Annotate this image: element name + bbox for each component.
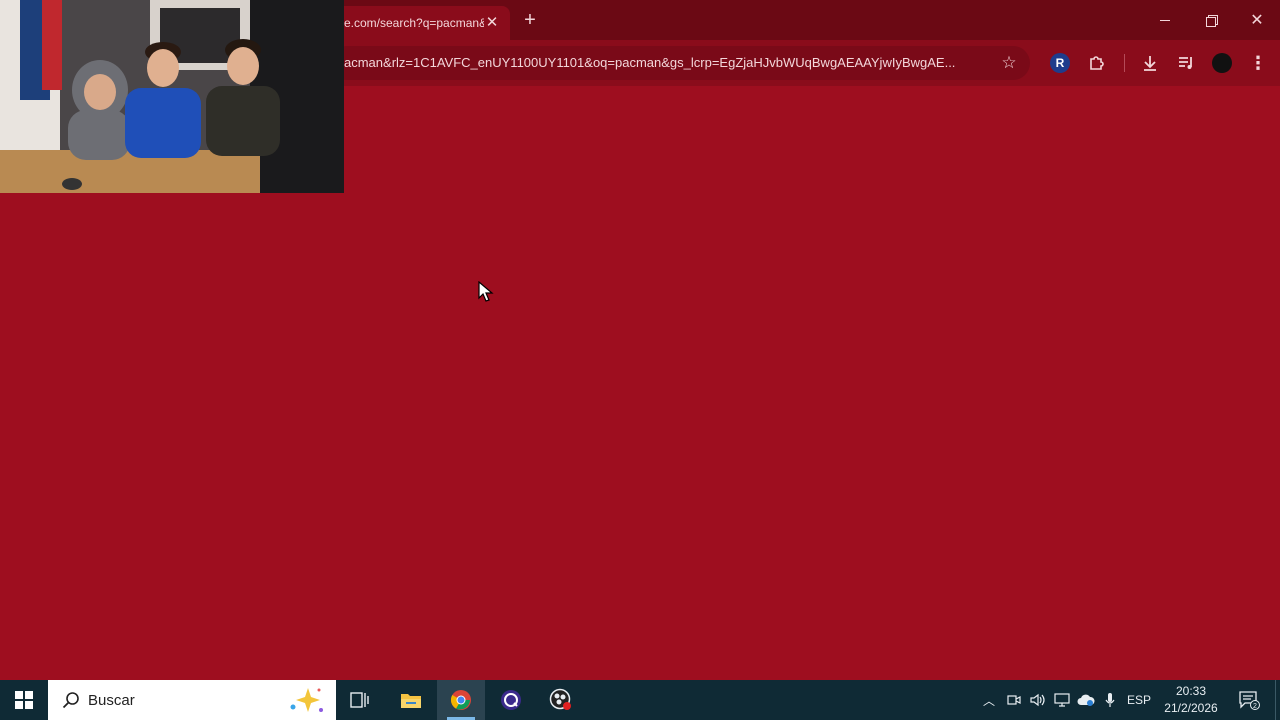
network-button[interactable] <box>1051 680 1073 720</box>
speaker-icon <box>1030 693 1045 707</box>
notification-count: 2 <box>1253 703 1257 710</box>
microphone-icon <box>1105 693 1115 707</box>
network-icon <box>1054 693 1070 707</box>
extensions-button[interactable] <box>1085 51 1109 75</box>
taskbar-clock[interactable]: 20:33 21/2/2026 <box>1158 683 1224 717</box>
more-vertical-icon: ⋮ <box>1249 52 1267 73</box>
tab-title: e.com/search?q=pacman&rlz= <box>344 16 484 30</box>
minimize-icon <box>1160 19 1170 21</box>
restore-button[interactable] <box>1188 0 1234 40</box>
chrome-icon <box>450 690 471 710</box>
tab-close-icon[interactable]: ✕ <box>482 12 502 32</box>
notification-icon: 2 <box>1239 691 1260 710</box>
file-explorer-button[interactable] <box>387 680 435 720</box>
obs-taskbar-button[interactable] <box>537 680 585 720</box>
show-hidden-icons-button[interactable]: ︿ <box>978 680 1000 720</box>
meet-now-button[interactable] <box>1003 680 1025 720</box>
media-queue-icon <box>1179 57 1192 69</box>
chrome-taskbar-button[interactable] <box>437 680 485 720</box>
sparkle-icon <box>290 688 323 712</box>
folder-icon <box>401 694 421 708</box>
profile-button[interactable] <box>1210 51 1234 75</box>
app-q-icon <box>501 690 521 710</box>
downloads-button[interactable] <box>1138 51 1162 75</box>
task-view-button[interactable] <box>336 680 384 720</box>
address-bar[interactable]: acman&rlz=1C1AVFC_enUY1100UY1101&oq=pacm… <box>330 46 1030 80</box>
windows-taskbar: Buscar ︿ ESP 20:33 21/2/2026 2 <box>0 680 1280 720</box>
windows-logo-icon <box>15 691 33 709</box>
task-view-icon <box>350 692 369 708</box>
start-button[interactable] <box>0 680 48 720</box>
webcam-video-image <box>0 0 344 193</box>
clock-date: 21/2/2026 <box>1164 701 1218 715</box>
new-tab-button[interactable]: + <box>518 8 542 32</box>
address-bar-url[interactable]: acman&rlz=1C1AVFC_enUY1100UY1101&oq=pacm… <box>344 55 984 70</box>
avatar <box>1212 53 1232 73</box>
close-icon: ✕ <box>1250 12 1264 29</box>
extension-r-icon: R <box>1050 53 1070 73</box>
puzzle-icon <box>1090 56 1104 70</box>
obs-recording-icon <box>549 688 571 710</box>
restore-icon <box>1205 14 1218 27</box>
mouse-cursor-icon <box>478 281 494 302</box>
browser-menu-button[interactable]: ⋮ <box>1246 51 1270 75</box>
chevron-up-icon: ︿ <box>982 693 995 708</box>
onedrive-button[interactable] <box>1075 680 1097 720</box>
camera-icon <box>1007 695 1021 705</box>
clock-time: 20:33 <box>1175 684 1207 698</box>
webcam-overlay <box>0 0 344 193</box>
extension-r-button[interactable]: R <box>1048 51 1072 75</box>
language-label: ESP <box>1126 693 1151 707</box>
bookmark-star-icon[interactable]: ☆ <box>998 52 1020 74</box>
toolbar-separator <box>1124 54 1125 72</box>
taskbar-search-box[interactable]: Buscar <box>48 680 336 720</box>
download-icon <box>1144 56 1156 71</box>
cloud-icon <box>1077 694 1095 706</box>
close-window-button[interactable]: ✕ <box>1234 0 1280 40</box>
microphone-button[interactable] <box>1099 680 1121 720</box>
volume-button[interactable] <box>1027 680 1049 720</box>
show-desktop-button[interactable] <box>1275 680 1280 720</box>
app-q-taskbar-button[interactable] <box>487 680 535 720</box>
language-indicator[interactable]: ESP <box>1124 680 1154 720</box>
media-controls-button[interactable] <box>1174 51 1198 75</box>
browser-tab[interactable]: e.com/search?q=pacman&rlz= ✕ <box>330 6 510 40</box>
minimize-button[interactable] <box>1142 0 1188 40</box>
notification-center-button[interactable]: 2 <box>1233 680 1265 720</box>
taskbar-search-placeholder: Buscar <box>88 691 135 709</box>
search-icon <box>60 689 82 711</box>
